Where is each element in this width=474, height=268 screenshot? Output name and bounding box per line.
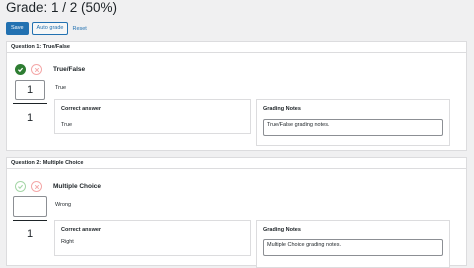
grading-notes-textarea[interactable]: True/False grading notes. <box>263 119 443 136</box>
reset-link[interactable]: Reset <box>72 26 86 32</box>
question-title: Multiple Choice <box>53 183 102 190</box>
grading-notes-label: Grading Notes <box>263 227 301 233</box>
correct-answer-value: Right <box>61 239 74 245</box>
grading-notes-textarea[interactable]: Multiple Choice grading notes. <box>263 239 443 256</box>
student-answer: True <box>55 85 67 91</box>
question-title: True/False <box>53 66 86 73</box>
check-icon <box>18 184 24 190</box>
correct-answer-value: True <box>61 122 73 128</box>
close-icon <box>34 67 39 72</box>
mark-incorrect-button[interactable] <box>31 181 42 192</box>
score-divider <box>13 220 47 221</box>
question-card-1: Question 1: True/False True/False True 1… <box>6 41 467 151</box>
score-total: 1 <box>26 112 34 124</box>
score-input[interactable]: 1 <box>15 80 45 100</box>
grade-title: Grade: 1 / 2 (50%) <box>6 0 118 15</box>
grading-notes-panel: Grading Notes True/False grading notes. <box>256 99 450 146</box>
score-total: 1 <box>26 228 34 240</box>
auto-grade-button[interactable]: Auto grade <box>31 22 69 35</box>
correct-answer-label: Correct answer <box>61 106 102 112</box>
correct-answer-panel: Correct answer Right <box>54 220 251 256</box>
grading-notes-panel: Grading Notes Multiple Choice grading no… <box>256 220 450 268</box>
score-divider <box>13 103 47 104</box>
question-header: Question 2: Multiple Choice <box>7 158 466 169</box>
toolbar: Save Auto grade Reset <box>6 22 87 35</box>
score-input[interactable] <box>13 196 47 217</box>
correct-answer-label: Correct answer <box>61 227 102 233</box>
save-button[interactable]: Save <box>6 22 29 35</box>
mark-incorrect-button[interactable] <box>31 64 42 75</box>
student-answer: Wrong <box>55 202 72 208</box>
grading-notes-label: Grading Notes <box>263 106 301 112</box>
question-header: Question 1: True/False <box>7 42 466 53</box>
close-icon <box>34 184 39 189</box>
correct-answer-panel: Correct answer True <box>54 99 251 134</box>
mark-correct-button[interactable] <box>15 64 26 75</box>
check-icon <box>17 67 24 73</box>
question-card-2: Question 2: Multiple Choice Multiple Cho… <box>6 157 467 268</box>
mark-correct-button[interactable] <box>15 181 26 192</box>
